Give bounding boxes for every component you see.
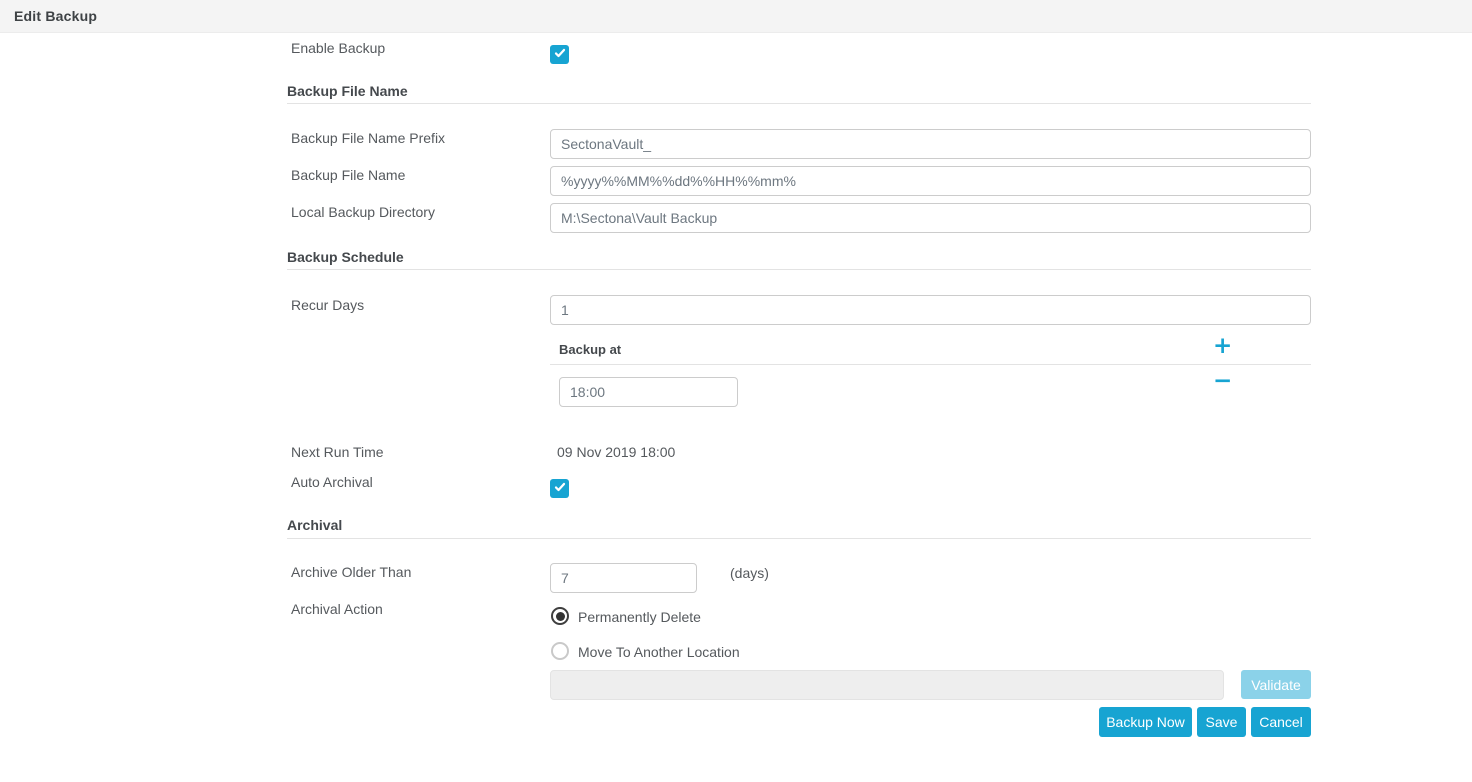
backup-time-input[interactable] [559,377,738,407]
local-backup-directory-label: Local Backup Directory [291,204,435,220]
section-divider [287,269,1311,270]
section-title-backup-file-name: Backup File Name [287,83,408,99]
radio-permanently-delete[interactable] [551,607,569,625]
page-header-bar: Edit Backup [0,0,1472,33]
auto-archival-checkbox[interactable] [550,479,569,498]
section-divider [287,538,1311,539]
backup-now-button[interactable]: Backup Now [1099,707,1192,737]
backup-file-name-input[interactable] [550,166,1311,196]
enable-backup-label: Enable Backup [291,40,385,56]
section-title-backup-schedule: Backup Schedule [287,249,404,265]
archive-older-than-input[interactable] [550,563,697,593]
section-title-archival: Archival [287,517,342,533]
recur-days-input[interactable] [550,295,1311,325]
radio-dot [556,612,565,621]
archive-older-than-unit: (days) [730,565,769,581]
archive-older-than-label: Archive Older Than [291,564,411,580]
auto-archival-label: Auto Archival [291,474,373,490]
local-backup-directory-input[interactable] [550,203,1311,233]
backup-file-name-prefix-input[interactable] [550,129,1311,159]
backup-file-name-prefix-label: Backup File Name Prefix [291,130,445,146]
edit-backup-page: Edit Backup Enable Backup Backup File Na… [0,0,1472,782]
add-backup-time-icon[interactable]: + [1213,336,1232,356]
backup-at-label: Backup at [559,342,621,357]
archival-action-label: Archival Action [291,601,383,617]
radio-permanently-delete-label[interactable]: Permanently Delete [578,609,701,625]
save-button[interactable]: Save [1197,707,1246,737]
enable-backup-checkbox[interactable] [550,45,569,64]
check-icon [554,46,566,64]
radio-move-to-another-location-label[interactable]: Move To Another Location [578,644,740,660]
archive-location-input[interactable] [550,670,1224,700]
backup-file-name-label: Backup File Name [291,167,405,183]
cancel-button[interactable]: Cancel [1251,707,1311,737]
next-run-time-value: 09 Nov 2019 18:00 [557,444,675,460]
backup-at-divider [550,364,1311,365]
section-divider [287,103,1311,104]
next-run-time-label: Next Run Time [291,444,384,460]
radio-move-to-another-location[interactable] [551,642,569,660]
recur-days-label: Recur Days [291,297,364,313]
remove-backup-time-icon[interactable]: − [1213,371,1232,391]
page-title: Edit Backup [14,8,97,24]
validate-button[interactable]: Validate [1241,670,1311,699]
check-icon [554,480,566,498]
